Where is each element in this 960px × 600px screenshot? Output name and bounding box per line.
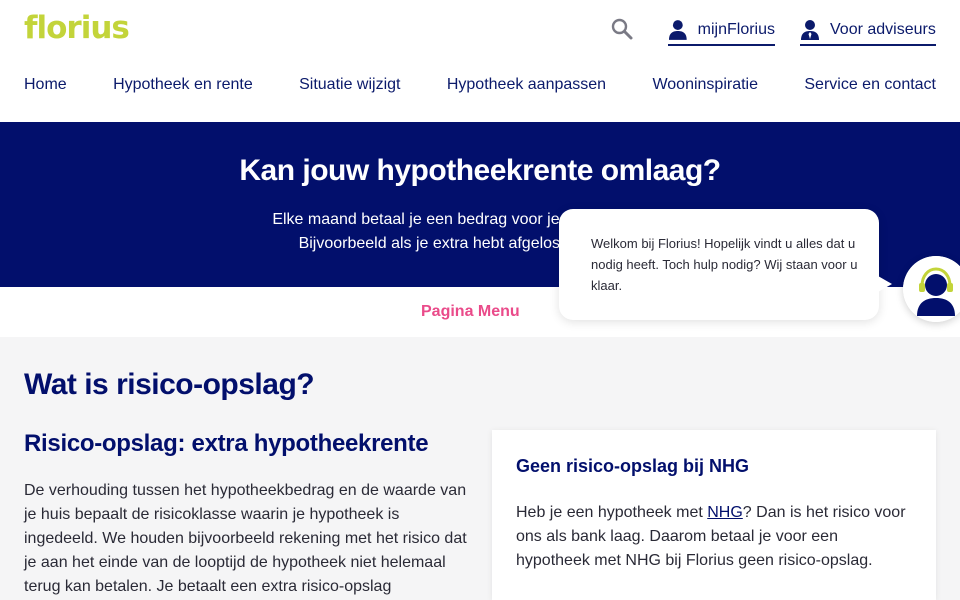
user-icon	[668, 20, 687, 40]
support-agent-icon	[903, 256, 960, 322]
card-title: Geen risico-opslag bij NHG	[516, 456, 750, 476]
nav-item-service-en-contact[interactable]: Service en contact	[804, 76, 936, 94]
chat-launcher-button[interactable]	[903, 256, 960, 322]
nav-item-hypotheek-en-rente[interactable]: Hypotheek en rente	[113, 76, 253, 94]
nav-item-wooninspiratie[interactable]: Wooninspiratie	[652, 76, 758, 94]
mijnflorius-label: mijnFlorius	[697, 21, 775, 38]
voor-adviseurs-link[interactable]: Voor adviseurs	[800, 16, 936, 46]
section-heading: Wat is risico-opslag?	[24, 368, 315, 401]
nav-item-situatie-wijzigt[interactable]: Situatie wijzigt	[299, 76, 400, 94]
chat-welcome-bubble[interactable]: Welkom bij Florius! Hopelijk vindt u all…	[559, 209, 879, 320]
section-paragraph: De verhouding tussen het hypotheekbedrag…	[24, 482, 467, 595]
nav-item-hypotheek-aanpassen[interactable]: Hypotheek aanpassen	[447, 76, 606, 94]
nhg-info-card: Geen risico-opslag bij NHG Heb je een hy…	[492, 430, 936, 600]
hero-title: Kan jouw hypotheekrente omlaag?	[239, 154, 721, 187]
search-icon[interactable]	[610, 17, 634, 41]
voor-adviseurs-label: Voor adviseurs	[830, 21, 936, 38]
chat-message: Welkom bij Florius! Hopelijk vindt u all…	[591, 236, 858, 293]
card-text-before: Heb je een hypotheek met	[516, 504, 708, 521]
mijnflorius-link[interactable]: mijnFlorius	[668, 16, 775, 46]
florius-logo[interactable]: florius	[24, 10, 130, 46]
card-text: Heb je een hypotheek met NHG? Dan is het…	[516, 501, 916, 573]
chat-bubble-tail	[878, 276, 892, 292]
page-menu-button[interactable]: Pagina Menu	[421, 303, 520, 321]
main-navigation: Home Hypotheek en rente Situatie wijzigt…	[24, 76, 936, 94]
nav-item-home[interactable]: Home	[24, 76, 67, 94]
nhg-link[interactable]: NHG	[707, 504, 743, 521]
section-subheading: Risico-opslag: extra hypotheekrente	[24, 430, 429, 457]
advisor-icon	[801, 20, 819, 40]
site-header: florius mijnFlorius Voor adviseurs Home …	[0, 0, 960, 122]
